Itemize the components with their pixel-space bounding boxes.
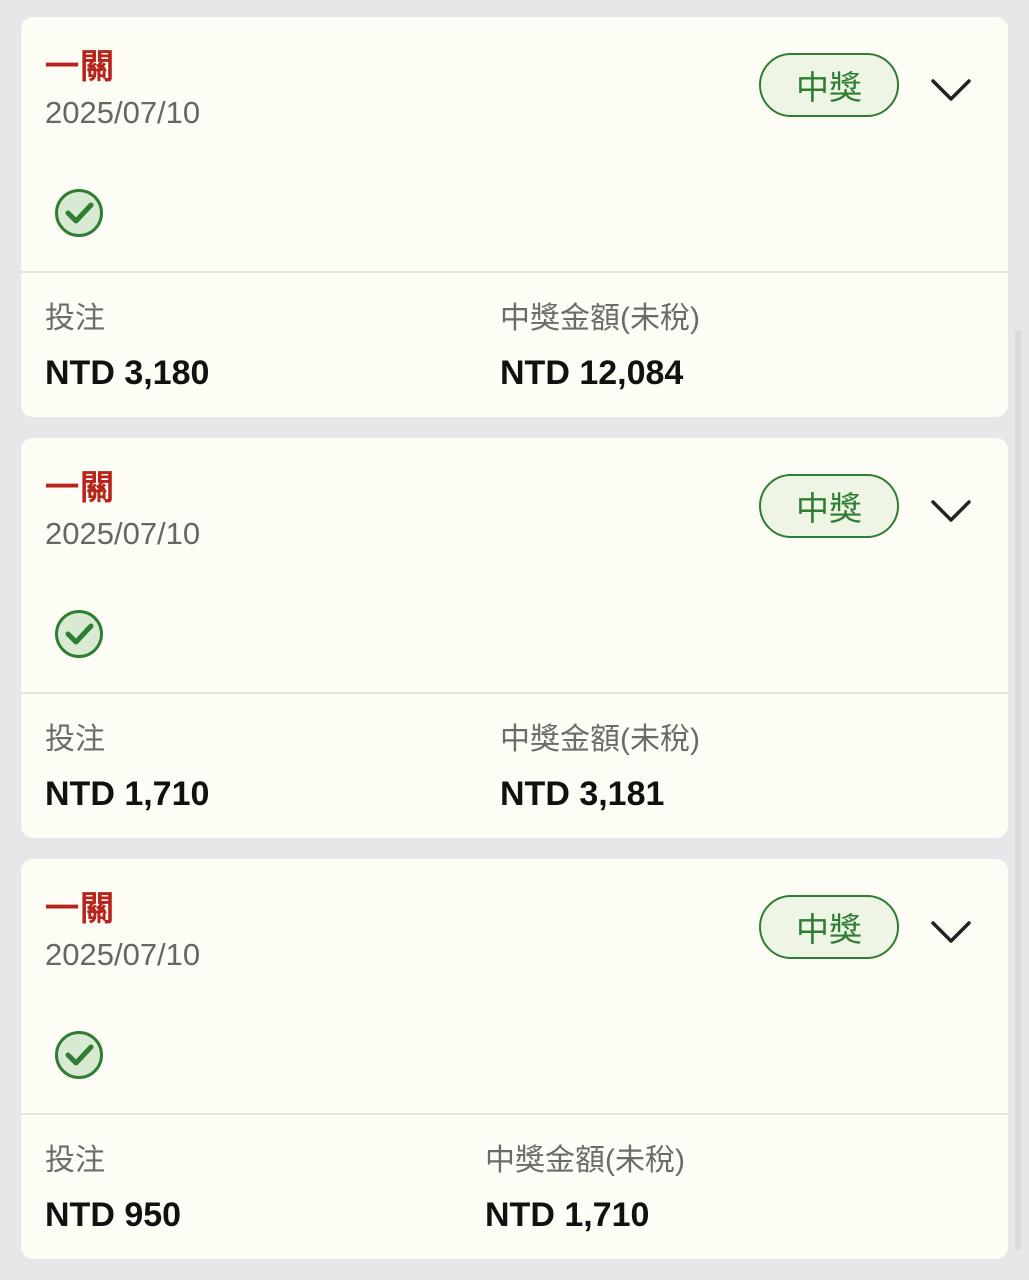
stake-value: NTD 1,710 [45, 775, 210, 813]
check-circle-icon [55, 610, 103, 658]
card-header: 一關 2025/07/10 中獎 [21, 859, 1008, 1113]
card-divider [21, 271, 1008, 273]
status-badge: 中獎 [759, 53, 899, 117]
status-badge: 中獎 [759, 895, 899, 959]
bet-type-label: 一關 [45, 890, 115, 928]
bet-type-label: 一關 [45, 469, 115, 507]
payout-label: 中獎金額(未稅) [485, 1144, 685, 1177]
payout-value: NTD 3,181 [500, 775, 665, 813]
bet-type-label: 一關 [45, 48, 115, 86]
check-circle-icon [55, 1031, 103, 1079]
status-badge: 中獎 [759, 474, 899, 538]
bet-record-card[interactable]: 一關 2025/07/10 中獎 投注 NTD 1,710 中獎金額(未稅) N… [21, 438, 1008, 838]
stake-value: NTD 950 [45, 1196, 182, 1234]
stake-value: NTD 3,180 [45, 354, 210, 392]
stake-label: 投注 [45, 723, 105, 756]
scrollbar-track[interactable] [1015, 330, 1021, 1250]
card-divider [21, 1113, 1008, 1115]
chevron-down-icon[interactable] [927, 913, 975, 949]
bet-date: 2025/07/10 [45, 516, 201, 551]
stake-label: 投注 [45, 302, 105, 335]
card-header: 一關 2025/07/10 中獎 [21, 17, 1008, 271]
payout-label: 中獎金額(未稅) [500, 723, 700, 756]
bet-date: 2025/07/10 [45, 95, 201, 130]
chevron-down-icon[interactable] [927, 71, 975, 107]
payout-value: NTD 1,710 [485, 1196, 650, 1234]
payout-label: 中獎金額(未稅) [500, 302, 700, 335]
payout-value: NTD 12,084 [500, 354, 684, 392]
stake-label: 投注 [45, 1144, 105, 1177]
chevron-down-icon[interactable] [927, 492, 975, 528]
bet-date: 2025/07/10 [45, 937, 201, 972]
check-circle-icon [55, 189, 103, 237]
bet-record-card[interactable]: 一關 2025/07/10 中獎 投注 NTD 950 中獎金額(未稅) NTD… [21, 859, 1008, 1259]
card-divider [21, 692, 1008, 694]
card-header: 一關 2025/07/10 中獎 [21, 438, 1008, 692]
bet-record-card[interactable]: 一關 2025/07/10 中獎 投注 NTD 3,180 中獎金額(未稅) N… [21, 17, 1008, 417]
